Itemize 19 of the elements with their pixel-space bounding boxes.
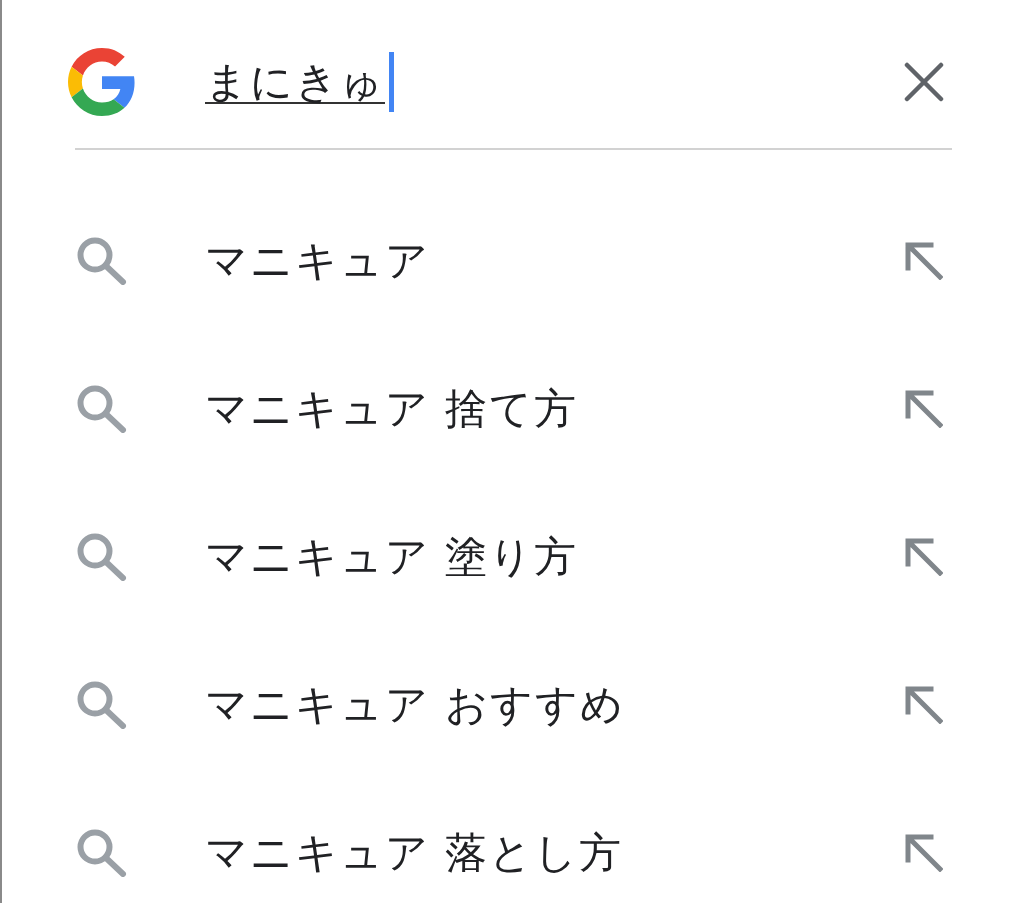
suggestion-text[interactable]: マニキュア 捨て方 — [205, 384, 579, 433]
up-left-arrow-icon[interactable] — [905, 242, 943, 280]
up-left-arrow-icon[interactable] — [905, 538, 943, 576]
suggestion-text[interactable]: マニキュア 塗り方 — [205, 532, 579, 581]
search-icon — [77, 681, 127, 729]
suggestion-text[interactable]: マニキュア — [205, 236, 430, 285]
search-field[interactable]: まにきゅ — [205, 52, 394, 112]
suggestion-text[interactable]: マニキュア 落とし方 — [205, 828, 624, 877]
g-logo-icon — [68, 48, 136, 116]
up-left-arrow-icon[interactable] — [905, 834, 943, 872]
close-icon[interactable] — [904, 62, 944, 102]
suggestion-text[interactable]: マニキュア おすすめ — [205, 680, 626, 729]
up-left-arrow-icon[interactable] — [905, 686, 943, 724]
search-icon — [77, 829, 127, 877]
up-left-arrow-icon[interactable] — [905, 390, 943, 428]
search-icon — [77, 533, 127, 581]
text-cursor — [389, 52, 394, 112]
search-icon — [77, 385, 127, 433]
search-icon — [77, 237, 127, 285]
